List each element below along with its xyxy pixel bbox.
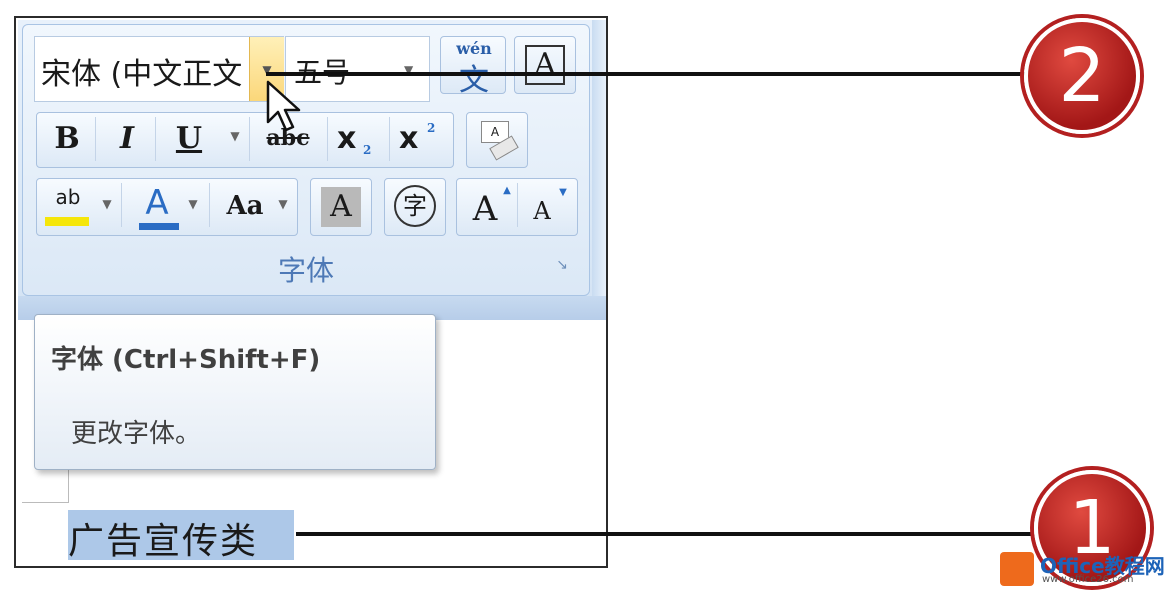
chevron-down-icon[interactable]: ▼ [185, 197, 201, 211]
phonetic-guide-button[interactable]: wén 文 [440, 36, 506, 98]
watermark-logo: Office教程网 www.office26.com [1000, 548, 1165, 592]
format-button-row: B I U ▼ abc x 2 x 2 [36, 112, 454, 168]
separator [155, 117, 156, 161]
page-corner-mark [22, 468, 69, 503]
font-size-combo[interactable]: 五号 ▼ [285, 36, 430, 102]
separator [389, 117, 390, 161]
separator [517, 183, 518, 227]
underline-button[interactable]: U [169, 121, 209, 156]
enclose-characters-icon: 字 [394, 185, 436, 227]
font-color-icon: A [145, 183, 169, 223]
subscript-marker: 2 [363, 143, 372, 157]
office-logo-icon [1000, 552, 1034, 586]
separator [121, 183, 122, 227]
ribbon-right-edge [592, 20, 606, 320]
chevron-down-icon[interactable]: ▼ [275, 197, 291, 211]
bold-button[interactable]: B [47, 121, 87, 156]
color-button-row: ab ▼ A ▼ Aa ▼ [36, 178, 298, 236]
caret-up-icon: ▲ [503, 185, 511, 196]
character-border-button[interactable]: A [514, 36, 576, 94]
italic-button[interactable]: I [107, 121, 147, 156]
grow-font-icon: A [472, 189, 498, 229]
caret-down-icon: ▼ [559, 187, 567, 198]
highlight-color-bar [45, 217, 89, 226]
chevron-down-icon[interactable]: ▼ [99, 197, 115, 211]
superscript-marker: 2 [427, 121, 436, 135]
character-shading-icon: A [321, 187, 361, 227]
separator [249, 117, 250, 161]
tooltip-description: 更改字体。 [71, 419, 202, 449]
tooltip-title: 字体 (Ctrl+Shift+F) [51, 345, 321, 375]
underline-dropdown-icon[interactable]: ▼ [227, 129, 243, 143]
font-group-label: 字体 [277, 254, 334, 287]
callout-line-1 [296, 532, 1034, 536]
tooltip: 字体 (Ctrl+Shift+F) 更改字体。 [34, 314, 436, 470]
font-name-combo[interactable]: 宋体 (中文正文 ▼ [34, 36, 284, 102]
phonetic-guide-icon: 文 [459, 63, 489, 98]
superscript-button[interactable]: x 2 [399, 119, 445, 163]
font-name-value: 宋体 (中文正文 [41, 57, 243, 92]
shrink-font-icon: A [533, 197, 551, 225]
font-color-bar [139, 223, 179, 230]
change-case-button[interactable]: Aa [219, 191, 271, 221]
text-highlight-button[interactable]: ab [43, 185, 97, 231]
highlight-icon: ab [55, 185, 81, 209]
clear-formatting-button[interactable]: A [466, 112, 528, 168]
selected-text[interactable]: 广告宣传类 [68, 512, 258, 564]
callout-line-2 [266, 72, 1026, 76]
shrink-font-button[interactable]: A ▼ [523, 183, 573, 233]
subscript-button[interactable]: x 2 [337, 119, 383, 163]
character-border-icon: A [525, 45, 565, 85]
callout-badge-2: 2 [1024, 18, 1140, 134]
subscript-base: x [337, 121, 357, 156]
separator [95, 117, 96, 161]
font-color-button[interactable]: A [131, 183, 183, 231]
font-size-step-row: A ▲ A ▼ [456, 178, 578, 236]
enclose-characters-button[interactable]: 字 [384, 178, 446, 236]
grow-font-button[interactable]: A ▲ [463, 183, 515, 233]
separator [209, 183, 210, 227]
character-shading-button[interactable]: A [310, 178, 372, 236]
watermark-url: www.office26.com [1042, 574, 1134, 585]
superscript-base: x [399, 121, 419, 156]
dialog-launcher-icon[interactable]: ↘ [553, 256, 571, 274]
mouse-pointer-icon [266, 80, 301, 132]
separator [327, 117, 328, 161]
